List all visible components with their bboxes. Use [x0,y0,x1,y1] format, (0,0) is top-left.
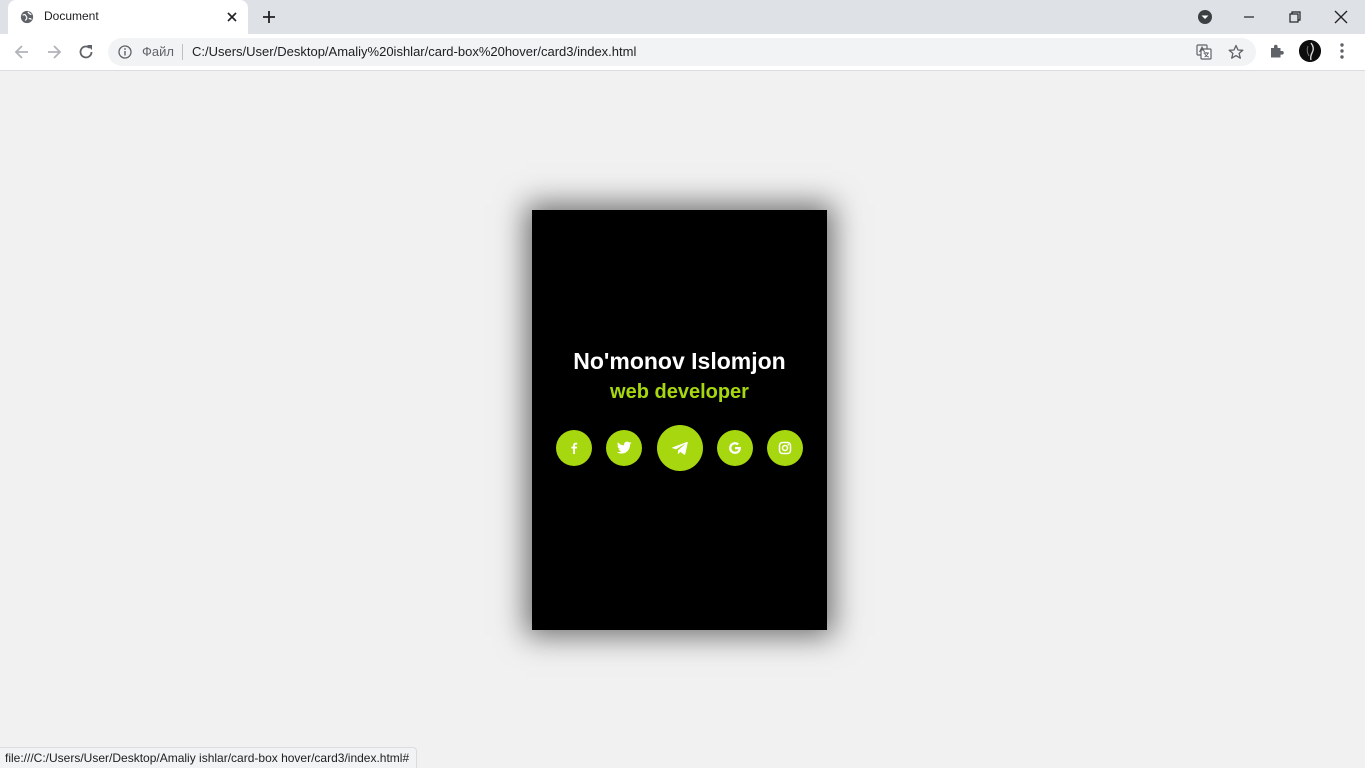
window-close-icon[interactable] [1331,7,1351,27]
back-arrow-icon[interactable] [12,42,32,62]
url-text[interactable]: C:/Users/User/Desktop/Amaliy%20ishlar/ca… [192,44,636,59]
facebook-link[interactable] [556,430,592,466]
info-icon[interactable] [118,45,132,59]
address-bar[interactable]: Файл C:/Users/User/Desktop/Amaliy%20ishl… [108,38,1256,66]
profile-avatar[interactable] [1299,40,1321,62]
twitter-link[interactable] [606,430,642,466]
minimize-icon[interactable] [1239,7,1259,27]
instagram-link[interactable] [767,430,803,466]
facebook-icon [571,442,578,454]
tab-title: Document [44,9,99,23]
extensions-puzzle-icon[interactable] [1268,42,1286,60]
close-icon[interactable] [224,9,240,25]
social-links [532,210,827,630]
instagram-icon [778,441,792,455]
profile-card: No'monov Islomjon web developer [532,210,827,630]
translate-icon[interactable] [1196,44,1212,60]
bookmark-star-icon[interactable] [1228,44,1244,60]
omnibox-divider [182,44,183,60]
new-tab-icon[interactable] [260,8,278,26]
twitter-icon [616,441,632,454]
forward-arrow-icon[interactable] [44,42,64,62]
browser-toolbar: Файл C:/Users/User/Desktop/Amaliy%20ishl… [0,34,1365,71]
globe-icon [20,10,34,24]
tab-strip: Document [0,0,1365,34]
google-link[interactable] [717,430,753,466]
google-icon [729,442,741,454]
tab-search-icon[interactable] [1195,7,1215,27]
browser-tab[interactable]: Document [8,0,248,34]
kebab-menu-icon[interactable] [1334,42,1350,60]
status-bar-url: file:///C:/Users/User/Desktop/Amaliy ish… [0,747,418,768]
file-label: Файл [142,44,174,59]
reload-icon[interactable] [76,42,96,62]
avatar-image [1299,40,1321,62]
telegram-icon [672,441,688,455]
restore-icon[interactable] [1285,7,1305,27]
telegram-link[interactable] [657,425,703,471]
